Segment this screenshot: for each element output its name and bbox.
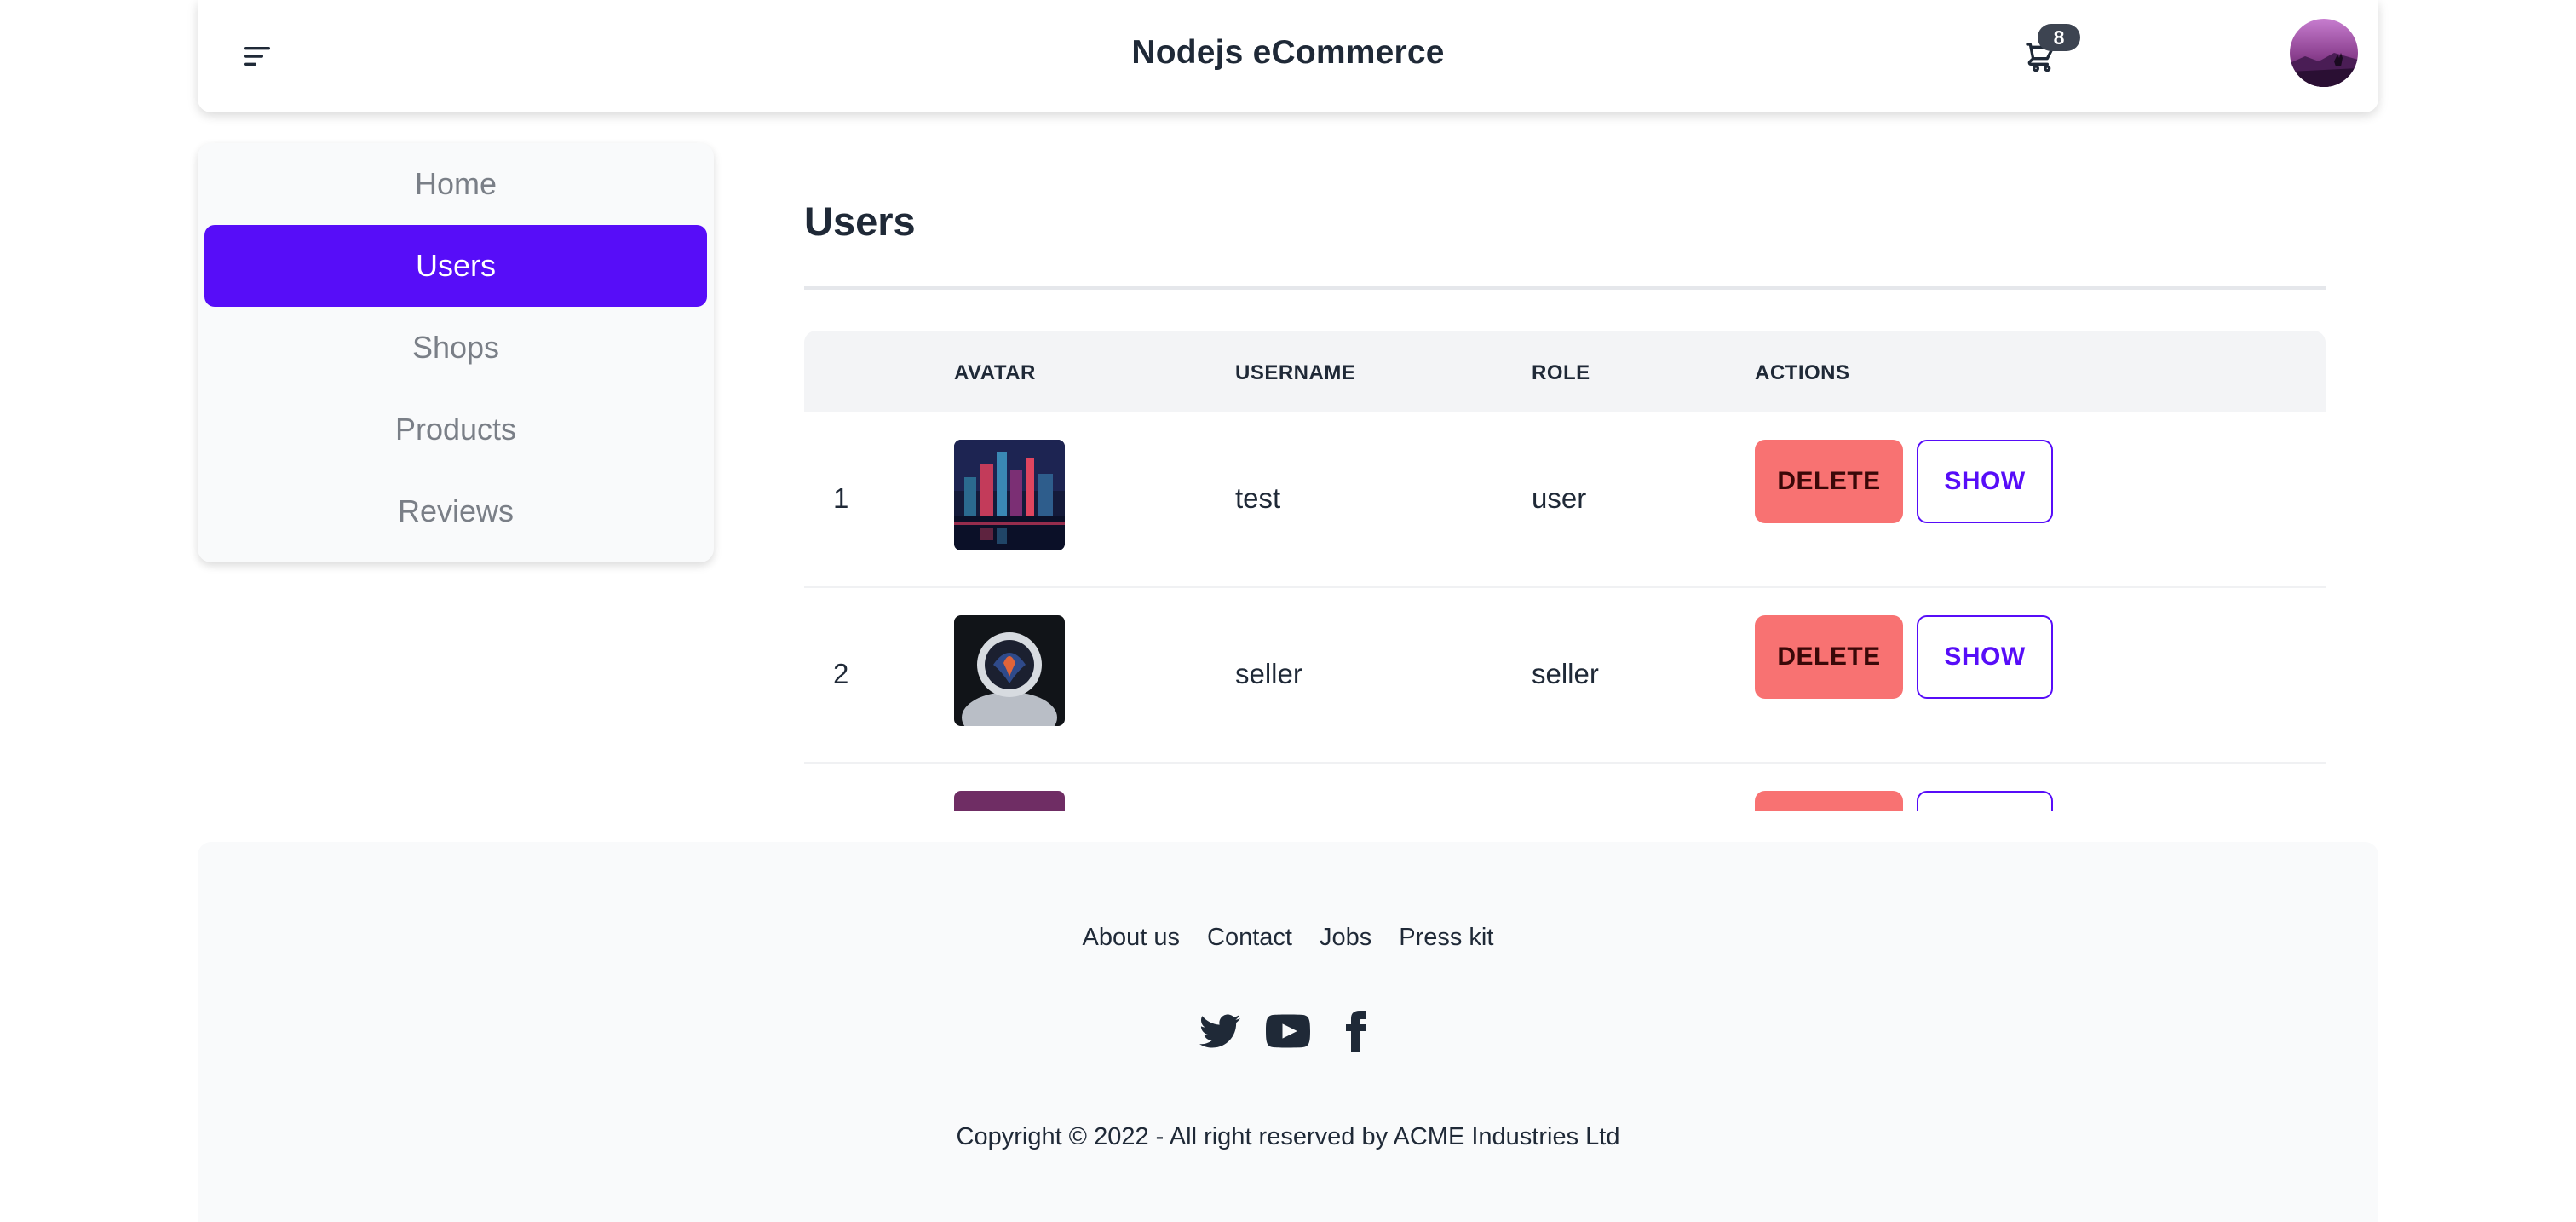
facebook-icon[interactable] <box>1334 1009 1378 1053</box>
page-title: Users <box>804 199 916 244</box>
column-header-avatar: AVATAR <box>954 361 1036 384</box>
social-links <box>198 1009 2378 1053</box>
show-button[interactable]: SHOW <box>1917 440 2053 523</box>
cart-count-badge: 8 <box>2038 24 2080 51</box>
show-button[interactable]: SHOW <box>1917 791 2053 811</box>
twitter-icon[interactable] <box>1198 1009 1242 1053</box>
column-header-role: ROLE <box>1532 361 1590 384</box>
title-divider <box>804 286 2326 290</box>
column-header-username: USERNAME <box>1235 361 1356 384</box>
footer-links: About us Contact Jobs Press kit <box>198 924 2378 952</box>
copyright-text: Copyright © 2022 - All right reserved by… <box>956 1123 1620 1150</box>
row-index: 2 <box>833 658 849 689</box>
delete-button[interactable]: DELETE <box>1755 440 1903 523</box>
table-header: AVATAR USERNAME ROLE ACTIONS <box>804 331 2326 412</box>
footer-link-jobs[interactable]: Jobs <box>1320 924 1371 952</box>
table-row: 2 seller seller DELETE SHOW <box>804 588 2326 764</box>
users-table[interactable]: AVATAR USERNAME ROLE ACTIONS 1 test user… <box>804 331 2326 811</box>
delete-button[interactable]: DELETE <box>1755 791 1903 811</box>
row-index: 1 <box>833 482 849 514</box>
username-cell: test <box>1235 482 1281 514</box>
table-row: 1 test user DELETE SHOW <box>804 412 2326 588</box>
user-avatar-thumbnail <box>954 440 1065 550</box>
delete-button[interactable]: DELETE <box>1755 615 1903 699</box>
sidebar-item-products[interactable]: Products <box>204 389 707 470</box>
table-row: DELETE SHOW <box>804 764 2326 811</box>
role-cell: seller <box>1532 658 1599 689</box>
role-cell: user <box>1532 482 1587 514</box>
footer-link-about-us[interactable]: About us <box>1083 924 1180 952</box>
show-button[interactable]: SHOW <box>1917 615 2053 699</box>
footer-link-press-kit[interactable]: Press kit <box>1399 924 1493 952</box>
sidebar-item-shops[interactable]: Shops <box>204 307 707 389</box>
sidebar-menu: Home Users Shops Products Reviews <box>198 143 714 562</box>
user-avatar[interactable] <box>2290 19 2358 87</box>
username-cell: seller <box>1235 658 1302 689</box>
footer-link-contact[interactable]: Contact <box>1207 924 1292 952</box>
user-avatar-thumbnail <box>954 615 1065 726</box>
footer: About us Contact Jobs Press kit Copyrigh… <box>198 842 2378 1222</box>
user-avatar-thumbnail <box>954 791 1065 811</box>
sidebar-item-users[interactable]: Users <box>204 225 707 307</box>
youtube-icon[interactable] <box>1266 1009 1310 1053</box>
sidebar-item-reviews[interactable]: Reviews <box>204 470 707 552</box>
column-header-actions: ACTIONS <box>1755 361 1850 384</box>
sidebar-item-home[interactable]: Home <box>204 143 707 225</box>
